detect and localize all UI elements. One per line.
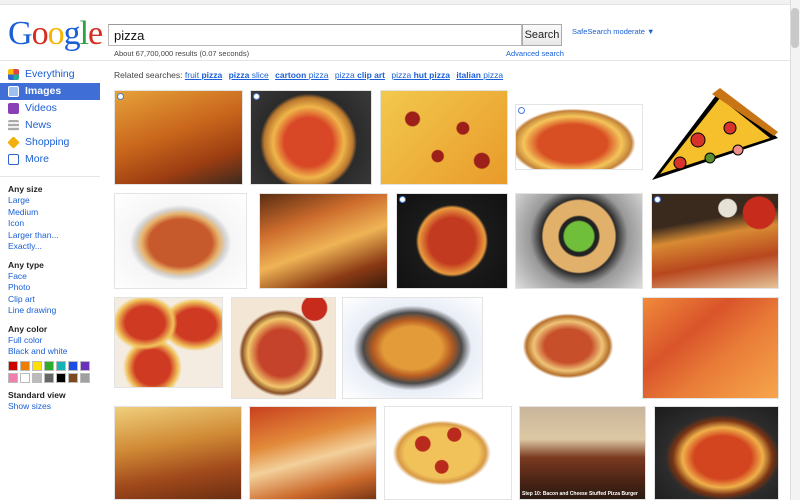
similar-images-icon[interactable] (253, 93, 260, 100)
pizza-image-result[interactable] (654, 406, 779, 500)
pizza-image-result[interactable] (342, 297, 483, 399)
pizza-image-result[interactable] (515, 104, 643, 170)
pizza-image-result[interactable] (114, 406, 242, 500)
similar-images-icon[interactable] (399, 196, 406, 203)
pizza-image-result[interactable] (114, 90, 243, 185)
image-results-grid: Step 10: Bacon and Cheese Stuffed Pizza … (0, 0, 800, 500)
similar-images-icon[interactable] (518, 107, 525, 114)
similar-images-icon[interactable] (117, 93, 124, 100)
image-caption: Step 10: Bacon and Cheese Stuffed Pizza … (522, 491, 638, 497)
yoda-pizza-image[interactable] (515, 193, 643, 289)
pizza-image-result[interactable] (249, 406, 377, 500)
pizza-image-result[interactable] (250, 90, 372, 185)
pizza-image-result[interactable] (114, 193, 247, 289)
pizza-image-result[interactable] (396, 193, 508, 289)
similar-images-icon[interactable] (654, 196, 661, 203)
pizza-slice-cartoon-image[interactable] (650, 88, 780, 185)
pizza-image-result[interactable] (384, 406, 512, 500)
pizza-slice-illustration (652, 88, 778, 180)
pizza-image-result[interactable] (380, 90, 508, 185)
pizza-image-result[interactable] (231, 297, 336, 399)
pizza-image-result[interactable] (114, 297, 223, 388)
pizza-image-result[interactable] (651, 193, 779, 289)
pizza-burger-image[interactable]: Step 10: Bacon and Cheese Stuffed Pizza … (519, 406, 646, 500)
pizza-image-result[interactable] (642, 297, 779, 399)
pizza-image-result[interactable] (259, 193, 388, 289)
pizza-image-result[interactable] (504, 300, 632, 392)
google-images-page: Google Search SafeSearch moderate ▼ Abou… (0, 0, 800, 500)
